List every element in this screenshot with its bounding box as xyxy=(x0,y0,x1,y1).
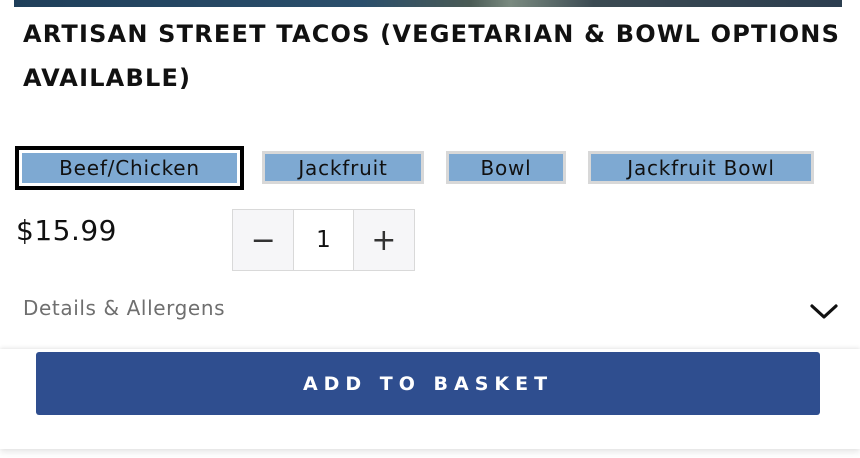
quantity-value[interactable]: 1 xyxy=(293,210,354,270)
option-jackfruit[interactable]: Jackfruit xyxy=(262,151,424,184)
chevron-down-icon xyxy=(810,304,838,319)
decrement-button[interactable]: − xyxy=(233,210,293,270)
product-page: ARTISAN STREET TACOS (VEGETARIAN & BOWL … xyxy=(0,0,860,458)
product-image-strip xyxy=(14,0,842,7)
product-title: ARTISAN STREET TACOS (VEGETARIAN & BOWL … xyxy=(23,20,841,92)
add-to-basket-button[interactable]: ADD TO BASKET xyxy=(36,352,820,415)
increment-button[interactable]: + xyxy=(354,210,414,270)
details-allergens-toggle[interactable]: Details & Allergens xyxy=(23,290,839,332)
details-allergens-label: Details & Allergens xyxy=(23,296,226,320)
product-price: $15.99 xyxy=(16,214,117,247)
option-bowl[interactable]: Bowl xyxy=(446,151,566,184)
option-jackfruit-bowl[interactable]: Jackfruit Bowl xyxy=(588,151,814,184)
option-beef-chicken[interactable]: Beef/Chicken xyxy=(15,146,244,190)
quantity-stepper: − 1 + xyxy=(232,209,415,271)
